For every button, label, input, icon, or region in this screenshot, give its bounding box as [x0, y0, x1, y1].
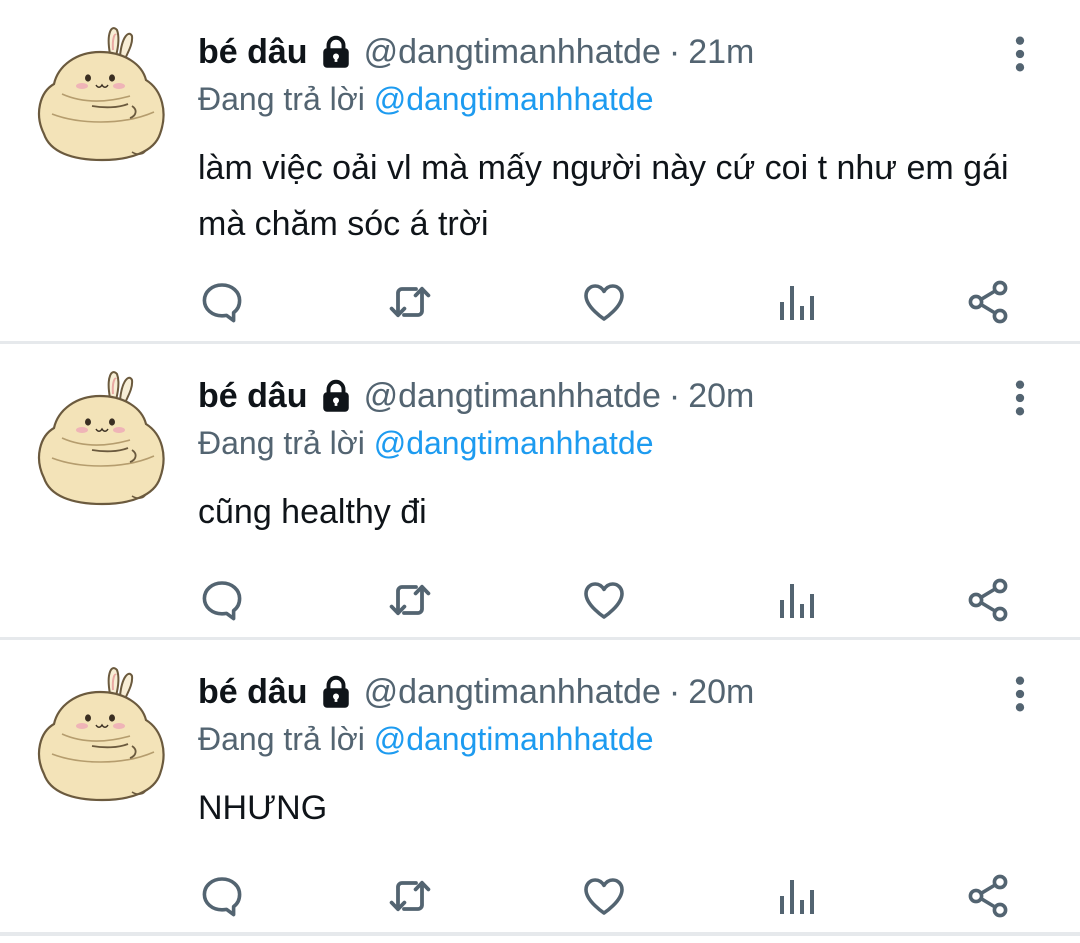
- display-name[interactable]: bé dâu: [198, 28, 308, 76]
- tweet-text: cũng healthy đi: [198, 493, 427, 531]
- user-handle[interactable]: @dangtimanhhatde: [364, 668, 661, 716]
- retweet-icon[interactable]: [386, 872, 434, 920]
- action-bar: [0, 576, 1080, 626]
- tweet-header: bé dâu @dangtimanhhatde · 20m: [198, 668, 754, 716]
- tweet-header: bé dâu @dangtimanhhatde · 20m: [198, 372, 754, 420]
- separator: ·: [668, 33, 681, 71]
- reply-context: Đang trả lời @dangtimanhhatde: [198, 716, 654, 762]
- avatar[interactable]: [32, 366, 172, 511]
- views-icon[interactable]: [772, 576, 820, 624]
- action-bar: [0, 278, 1080, 328]
- reply-prefix: Đang trả lời: [198, 425, 365, 461]
- share-icon[interactable]: [964, 872, 1012, 920]
- action-bar: [0, 872, 1080, 922]
- more-vertical-icon[interactable]: [1000, 674, 1040, 714]
- heart-icon[interactable]: [580, 872, 628, 920]
- reply-context: Đang trả lời @dangtimanhhatde: [198, 420, 654, 466]
- reply-icon[interactable]: [198, 576, 246, 624]
- views-icon[interactable]: [772, 278, 820, 326]
- reply-prefix: Đang trả lời: [198, 721, 365, 757]
- timestamp[interactable]: 21m: [688, 28, 754, 76]
- reply-icon[interactable]: [198, 872, 246, 920]
- display-name[interactable]: bé dâu: [198, 372, 308, 420]
- avatar[interactable]: [32, 662, 172, 807]
- separator: ·: [668, 377, 681, 415]
- tweet[interactable]: bé dâu @dangtimanhhatde · 20m Đang trả l…: [0, 344, 1080, 640]
- lock-icon: [318, 378, 354, 414]
- heart-icon[interactable]: [580, 576, 628, 624]
- tweet-text: NHƯNG: [198, 789, 328, 827]
- reply-handle-link[interactable]: @dangtimanhhatde: [374, 81, 654, 117]
- share-icon[interactable]: [964, 576, 1012, 624]
- avatar[interactable]: [32, 22, 172, 167]
- separator: ·: [668, 673, 681, 711]
- retweet-icon[interactable]: [386, 278, 434, 326]
- reply-handle-link[interactable]: @dangtimanhhatde: [374, 721, 654, 757]
- retweet-icon[interactable]: [386, 576, 434, 624]
- user-handle[interactable]: @dangtimanhhatde: [364, 28, 661, 76]
- timestamp[interactable]: 20m: [688, 668, 754, 716]
- display-name[interactable]: bé dâu: [198, 668, 308, 716]
- timestamp[interactable]: 20m: [688, 372, 754, 420]
- tweet-text: làm việc oải vl mà mấy người này cứ coi …: [198, 149, 1009, 243]
- share-icon[interactable]: [964, 278, 1012, 326]
- heart-icon[interactable]: [580, 278, 628, 326]
- avatar-image: [32, 22, 172, 167]
- timeline: bé dâu @dangtimanhhatde · 21m Đang trả l…: [0, 0, 1080, 936]
- avatar-image: [32, 662, 172, 807]
- reply-icon[interactable]: [198, 278, 246, 326]
- more-vertical-icon[interactable]: [1000, 34, 1040, 74]
- more-vertical-icon[interactable]: [1000, 378, 1040, 418]
- reply-handle-link[interactable]: @dangtimanhhatde: [374, 425, 654, 461]
- tweet[interactable]: bé dâu @dangtimanhhatde · 20m Đang trả l…: [0, 640, 1080, 936]
- tweet[interactable]: bé dâu @dangtimanhhatde · 21m Đang trả l…: [0, 0, 1080, 344]
- reply-prefix: Đang trả lời: [198, 81, 365, 117]
- lock-icon: [318, 34, 354, 70]
- user-handle[interactable]: @dangtimanhhatde: [364, 372, 661, 420]
- lock-icon: [318, 674, 354, 710]
- views-icon[interactable]: [772, 872, 820, 920]
- reply-context: Đang trả lời @dangtimanhhatde: [198, 76, 654, 122]
- tweet-header: bé dâu @dangtimanhhatde · 21m: [198, 28, 754, 76]
- avatar-image: [32, 366, 172, 511]
